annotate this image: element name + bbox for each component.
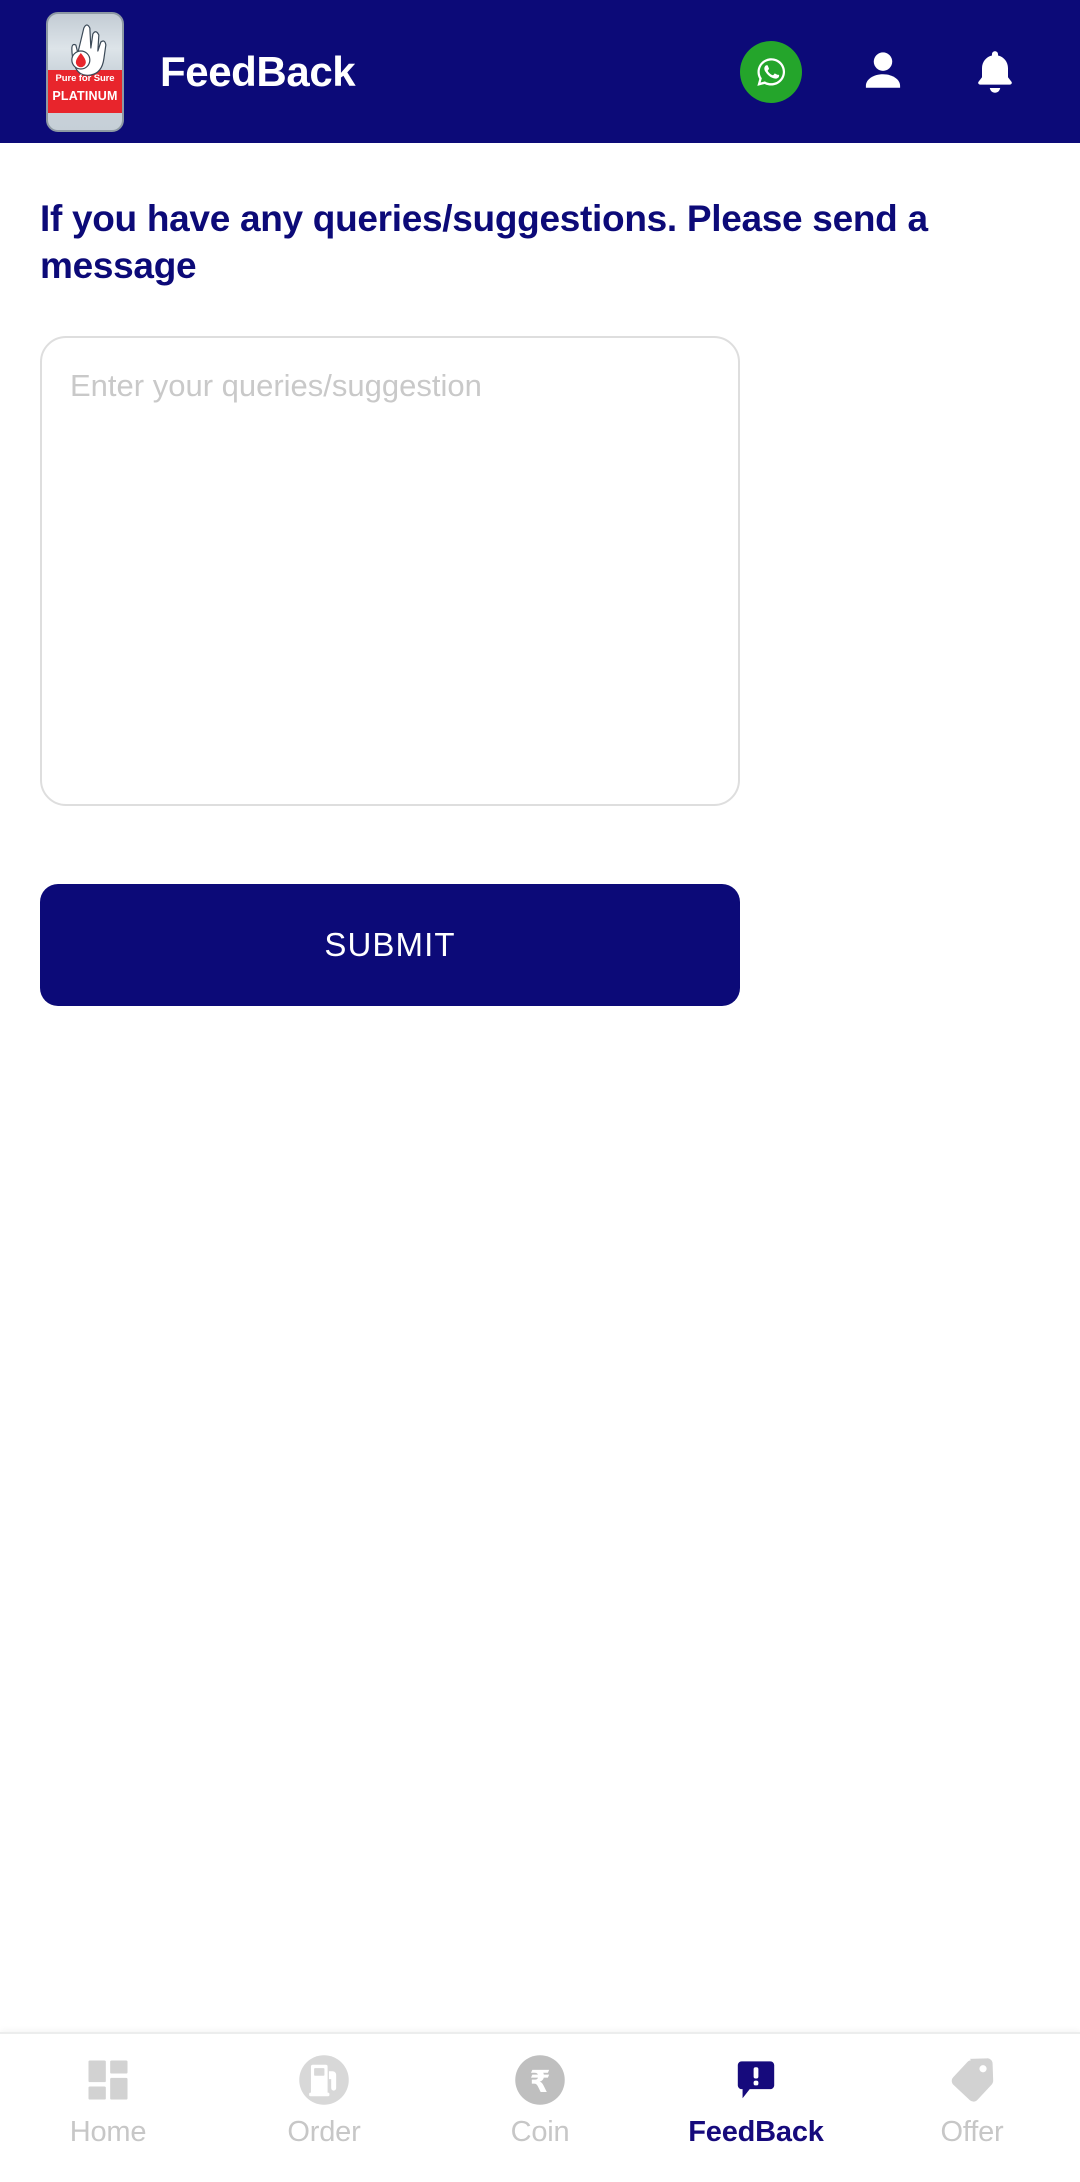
nav-label-offer: Offer [940,2116,1004,2148]
profile-button[interactable] [852,41,914,103]
page-title: FeedBack [160,47,356,95]
pure-for-sure-platinum-badge-icon: Pure for Sure PLATINUM [46,11,124,132]
whatsapp-icon [740,40,802,103]
price-tag-icon [944,2052,1000,2108]
dashboard-grid-icon [80,2052,136,2108]
nav-label-home: Home [69,2116,147,2148]
nav-item-home[interactable]: Home [0,2052,216,2147]
nav-label-order: Order [287,2116,361,2148]
fuel-pump-circle-icon [296,2052,352,2108]
speech-bubble-alert-icon [728,2052,784,2108]
notifications-button[interactable] [964,41,1026,103]
bell-icon [978,50,1012,93]
brand-block: Pure for Sure PLATINUM FeedBack [46,11,356,132]
nav-label-coin: Coin [510,2116,570,2148]
submit-button[interactable]: SUBMIT [40,883,740,1006]
feedback-textarea[interactable] [70,367,710,774]
svg-text:₹: ₹ [529,2065,550,2100]
nav-item-coin[interactable]: ₹ Coin [432,2052,648,2147]
header-actions [740,40,1044,103]
nav-label-feedback: FeedBack [688,2116,824,2148]
app-screen: Pure for Sure PLATINUM FeedBack If you h… [0,0,1080,2182]
nav-item-offer[interactable]: Offer [864,2052,1080,2147]
main-content: If you have any queries/suggestions. Ple… [0,143,1080,2032]
nav-item-feedback[interactable]: FeedBack [648,2052,864,2147]
feedback-textarea-wrapper[interactable] [40,335,740,806]
app-header: Pure for Sure PLATINUM FeedBack [0,0,1080,143]
person-icon [865,51,901,88]
logo-wordmark: PLATINUM [52,89,118,104]
bottom-navigation: Home Order ₹ Coin FeedBack Offer [0,2032,1080,2182]
logo-tagline: Pure for Sure [55,73,115,85]
nav-item-order[interactable]: Order [216,2052,432,2147]
whatsapp-button[interactable] [740,40,802,103]
rupee-coin-icon: ₹ [512,2052,568,2108]
feedback-headline: If you have any queries/suggestions. Ple… [40,198,928,287]
